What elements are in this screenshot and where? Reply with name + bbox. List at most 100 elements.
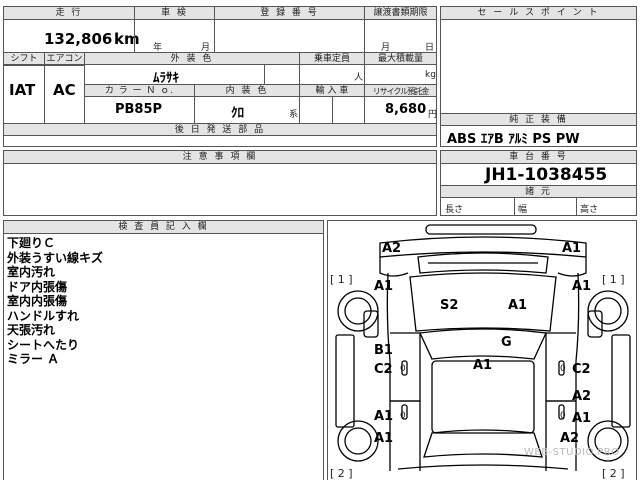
ac-value: AC [53,81,76,99]
inspector-label: 検 査 員 記 入 欄 [118,222,209,232]
equipment-label: 純 正 装 備 [509,115,568,125]
dims-header: 諸 元 [441,185,636,198]
dims-row: 長さ 幅 高さ [441,198,636,215]
damage-mark-right-front-door: C2 [572,362,591,377]
color-no-header: カ ラ ー Ｎ ｏ. [84,84,194,97]
interior-value: ｸﾛ [231,106,244,121]
zero-mark: 0 [400,411,406,421]
capacity-cell: 人 [299,65,364,84]
bracket-1-right: [ 1 ] [602,273,625,286]
inspector-note: ドア内張傷 [7,279,68,294]
damage-mark-front-left-corner: A2 [382,241,402,256]
height-label: 高さ [580,205,599,215]
equipment-value: ABS ｴｱB ｱﾙﾐ PS PW [447,132,580,147]
inspection-cell: 年 月 [134,20,214,53]
inspection-label: 車 検 [161,8,188,18]
load-unit: kg [425,70,436,80]
import-header: 輸 入 車 [299,84,364,97]
damage-mark-roof: A1 [473,358,493,373]
interior-cell: ｸﾛ 系 [194,97,299,123]
inspection-header: 車 検 [134,7,214,20]
ac-label: エアコン [46,54,83,64]
damage-mark-front-left-fender: A1 [374,279,394,294]
capacity-unit: 人 [354,73,364,83]
damage-mark-right-rear-door: A2 [572,389,592,404]
ac-cell: AC [44,65,84,123]
bracket-1-left: [ 1 ] [330,273,353,286]
sales-point-panel: セ ー ル ス ポ イ ン ト 純 正 装 備 ABS ｴｱB ｱﾙﾐ PS P… [440,6,637,147]
later-parts-header: 後 日 発 送 部 品 [4,123,436,136]
inspector-panel: 検 査 員 記 入 欄 下廻りＣ 外装うすい線キズ 室内汚れ ドア内張傷 室内内… [3,220,324,480]
chassis-panel: 車 台 番 号 JH1-1038455 諸 元 長さ 幅 高さ [440,150,637,216]
length-label: 長さ [445,205,464,215]
inspector-note: 室内内張傷 [7,294,68,308]
shift-cell: IAT [4,65,44,123]
mileage-label: 走 行 [55,8,83,18]
mileage-cell: 132,806 km [4,20,140,52]
registration-label: 登 録 番 号 [260,8,319,18]
shift-label: シフト [10,54,38,64]
inspector-note: 外装うすい線キズ [7,250,104,265]
transfer-header: 譲渡書類期限 [364,7,436,20]
damage-mark-front-right-fender: A1 [572,279,592,294]
watermark: WEB-STUDIO.PRO [524,447,620,458]
damage-mark-left-rear-fender: A1 [374,431,394,446]
damage-mark-right-rear-fender: A1 [572,411,592,426]
shift-value: IAT [9,81,36,99]
chassis-label: 車 台 番 号 [509,152,568,162]
dims-label: 諸 元 [525,187,552,197]
mileage-value: 132,806 [44,30,113,48]
recycle-value: 8,680 [385,102,427,117]
transfer-label: 譲渡書類期限 [373,8,428,18]
sales-point-header: セ ー ル ス ポ イ ン ト [441,7,636,20]
sales-point-title: セ ー ル ス ポ イ ン ト [477,8,600,18]
equipment-header: 純 正 装 備 [441,113,636,126]
interior-label: 内 装 色 [225,86,269,96]
capacity-label: 乗車定員 [313,54,350,64]
inspector-note: 室内汚れ [7,265,56,279]
inspector-note: 天張汚れ [7,323,56,337]
damage-mark-hood-right: A1 [508,298,528,313]
shift-header: シフト [4,52,44,65]
color-no-cell: PB85P [84,97,194,123]
chassis-value: JH1-1038455 [485,165,608,185]
chassis-header: 車 台 番 号 [441,151,636,164]
exterior-header: 外 装 色 [84,52,299,65]
inspector-note: 下廻りＣ [7,236,56,250]
vehicle-info-table: 走 行 車 検 登 録 番 号 譲渡書類期限 132,806 km 年 月 月 … [3,6,437,147]
bracket-2-right: [ 2 ] [602,467,625,480]
inspector-note: シートへたり [7,337,80,352]
dims-divider-2 [576,198,577,215]
max-load-header: 最大積載量 [364,52,436,65]
registration-cell [214,20,364,52]
damage-mark-right-rear-corner: A2 [560,431,580,446]
recycle-cell: 8,680 円 [364,97,438,123]
ac-header: エアコン [44,52,84,65]
damage-mark-front-right-corner: A1 [562,241,582,256]
max-load-cell: kg [364,65,436,84]
recycle-unit: 円 [428,110,438,120]
width-label: 幅 [518,205,528,215]
damage-mark-windshield: G [501,335,512,350]
interior-header: 内 装 色 [194,84,299,97]
inspector-note: ミラー Ａ [7,352,60,366]
zero-mark: 0 [560,411,566,421]
max-load-label: 最大積載量 [377,54,423,64]
damage-mark-hood-left: S2 [440,298,459,313]
color-no-value: PB85P [115,102,163,117]
import-divider [332,97,333,123]
registration-header: 登 録 番 号 [214,7,364,20]
capacity-header: 乗車定員 [299,52,364,65]
inspector-notes-list: 下廻りＣ 外装うすい線キズ 室内汚れ ドア内張傷 室内内張傷 ハンドルすれ 天張… [7,236,103,367]
transfer-cell: 月 日 [364,20,436,53]
import-cell [299,97,364,123]
damage-mark-left-front-door-top: B1 [374,343,393,358]
import-label: 輸 入 車 [315,86,349,96]
notes-label: 注 意 事 項 欄 [182,152,258,162]
dims-divider-1 [514,198,515,215]
zero-mark: 0 [400,364,406,374]
inspector-header: 検 査 員 記 入 欄 [4,221,323,234]
exterior-label: 外 装 色 [170,54,214,64]
damage-mark-left-rear-door: A1 [374,409,394,424]
color-no-label: カ ラ ー Ｎ ｏ. [104,86,175,96]
